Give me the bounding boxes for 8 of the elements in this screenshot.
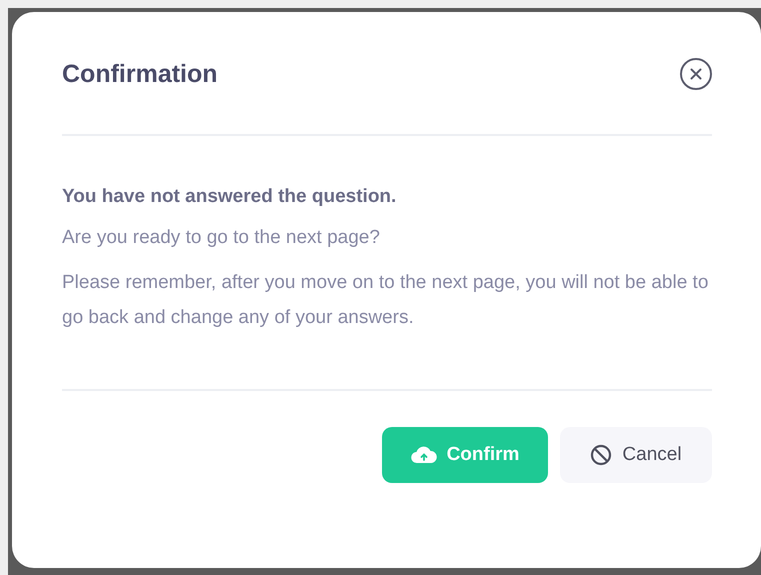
dialog-title: Confirmation — [62, 60, 218, 88]
ban-icon — [590, 444, 612, 466]
cancel-button[interactable]: Cancel — [560, 427, 712, 483]
close-icon[interactable] — [679, 57, 713, 91]
warning-heading: You have not answered the question. — [62, 186, 398, 208]
question-text: Are you ready to go to the next page? — [62, 226, 381, 250]
cloud-upload-icon — [410, 446, 437, 464]
note-text: Please remember, after you move on to the next page, you will not be able to go back and change any of your answers. — [62, 271, 710, 330]
